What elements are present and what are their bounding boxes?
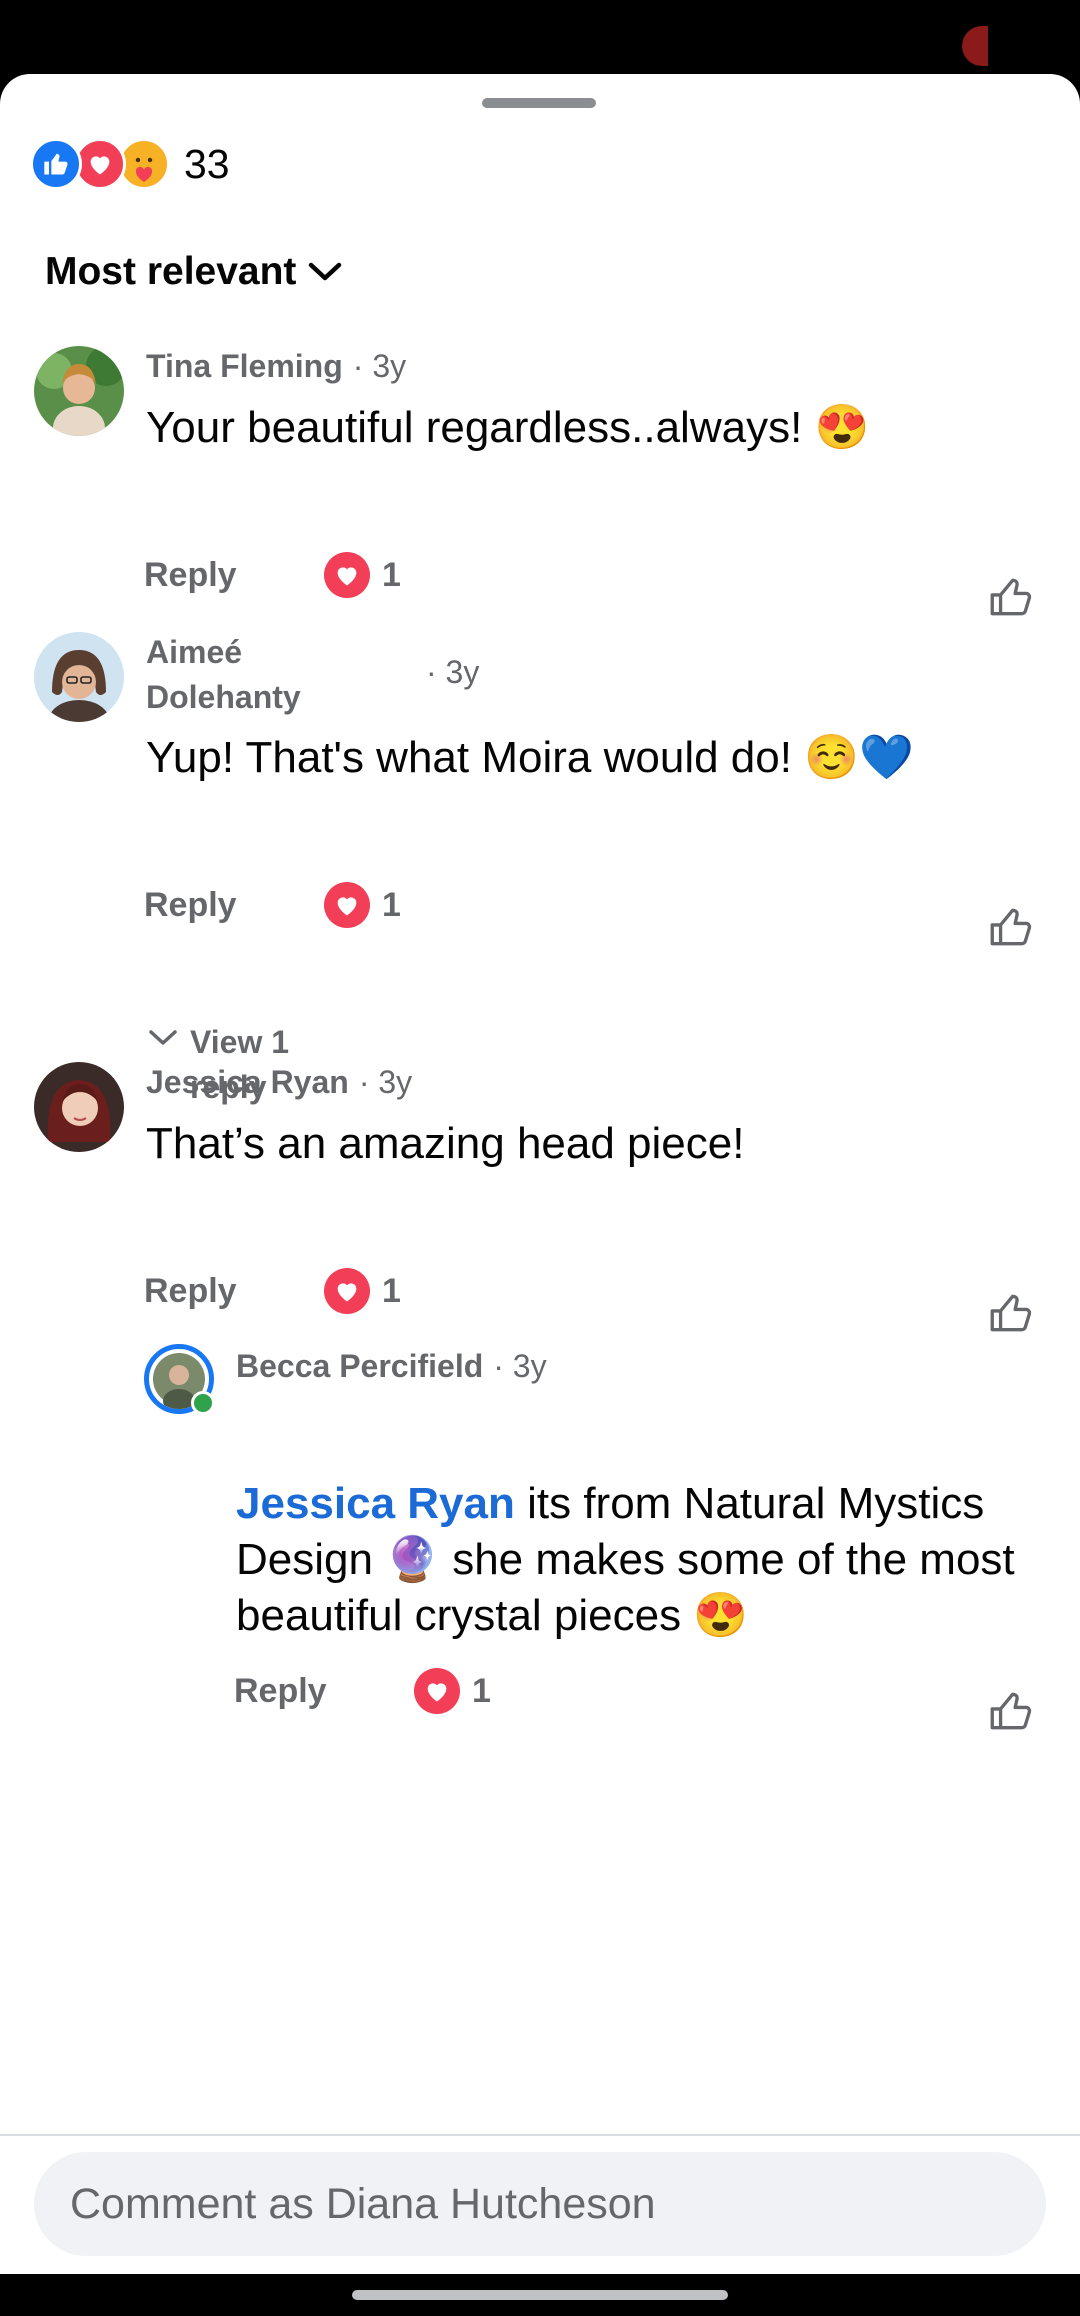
comments-sheet: 33 Most relevant Tina Fleming · 3y Your … [0, 74, 1080, 2274]
comment-author[interactable]: Aimeé Dolehanty [146, 630, 416, 720]
reply-button[interactable]: Reply [144, 886, 324, 925]
reply-text-line2: Design 🔮 she makes some of the most [236, 1535, 1015, 1584]
comment-author[interactable]: Tina Fleming [146, 348, 343, 385]
like-button-icon[interactable] [986, 572, 1036, 622]
love-reaction-icon [324, 1268, 370, 1314]
chevron-down-icon [149, 1030, 177, 1045]
reply-button[interactable]: Reply [144, 556, 324, 595]
mention-link[interactable]: Jessica Ryan [236, 1479, 515, 1528]
reply-text-line1: its from Natural Mystics [514, 1479, 985, 1528]
reply-text-line3: beautiful crystal pieces 😍 [236, 1591, 749, 1640]
chevron-down-icon [309, 262, 342, 281]
drag-handle[interactable] [482, 98, 596, 108]
love-count: 1 [382, 885, 401, 924]
like-reaction-icon [30, 138, 82, 190]
love-count: 1 [472, 1671, 491, 1710]
avatar[interactable] [34, 1062, 124, 1152]
composer-divider [0, 2134, 1080, 2136]
like-button-icon[interactable] [986, 902, 1036, 952]
avatar[interactable] [34, 346, 124, 436]
reaction-count: 33 [184, 140, 230, 187]
love-count: 1 [382, 1271, 401, 1310]
status-indicator-icon [962, 26, 988, 66]
comment-timestamp: · 3y [493, 1348, 547, 1384]
comment-timestamp: · 3y [426, 654, 480, 690]
avatar[interactable] [34, 632, 124, 722]
comment-text: That’s an amazing head piece! [146, 1119, 745, 1168]
like-button-icon[interactable] [986, 1686, 1036, 1736]
love-reaction-icon [324, 882, 370, 928]
reply-button[interactable]: Reply [144, 1272, 324, 1311]
love-reaction-icon [414, 1668, 460, 1714]
reaction-count-badge[interactable]: 1 [324, 882, 401, 928]
sort-label: Most relevant [45, 250, 297, 293]
comment-input[interactable] [68, 2178, 972, 2230]
reaction-count-badge[interactable]: 1 [324, 1268, 401, 1314]
view-replies-line1: View 1 [190, 1024, 290, 1060]
author-name-line1: Aimeé [146, 634, 243, 670]
reaction-count-badge[interactable]: 1 [414, 1668, 491, 1714]
comment-text: Your beautiful regardless..always! 😍 [146, 403, 870, 452]
author-name-line2: Dolehanty [146, 679, 301, 715]
reply-button[interactable]: Reply [234, 1672, 414, 1711]
love-count: 1 [382, 555, 401, 594]
comment-author[interactable]: Becca Percifield [236, 1348, 483, 1385]
status-bar [0, 0, 1080, 76]
online-status-icon [191, 1391, 215, 1415]
comment-text: Yup! That's what Moira would do! ☺️💙 [146, 733, 914, 782]
sort-dropdown[interactable]: Most relevant [45, 250, 342, 294]
reaction-count-badge[interactable]: 1 [324, 552, 401, 598]
comment-timestamp: · 3y [352, 348, 407, 384]
comment-author[interactable]: Jessica Ryan [146, 1064, 349, 1101]
comment-timestamp: · 3y [358, 1064, 413, 1100]
comment-composer[interactable] [34, 2152, 1046, 2256]
comment-text: Jessica Ryan its from Natural Mystics De… [236, 1476, 1056, 1644]
home-indicator[interactable] [352, 2290, 728, 2300]
reactions-summary[interactable]: 33 [30, 134, 230, 194]
love-reaction-icon [324, 552, 370, 598]
like-button-icon[interactable] [986, 1288, 1036, 1338]
avatar[interactable] [144, 1344, 215, 1415]
